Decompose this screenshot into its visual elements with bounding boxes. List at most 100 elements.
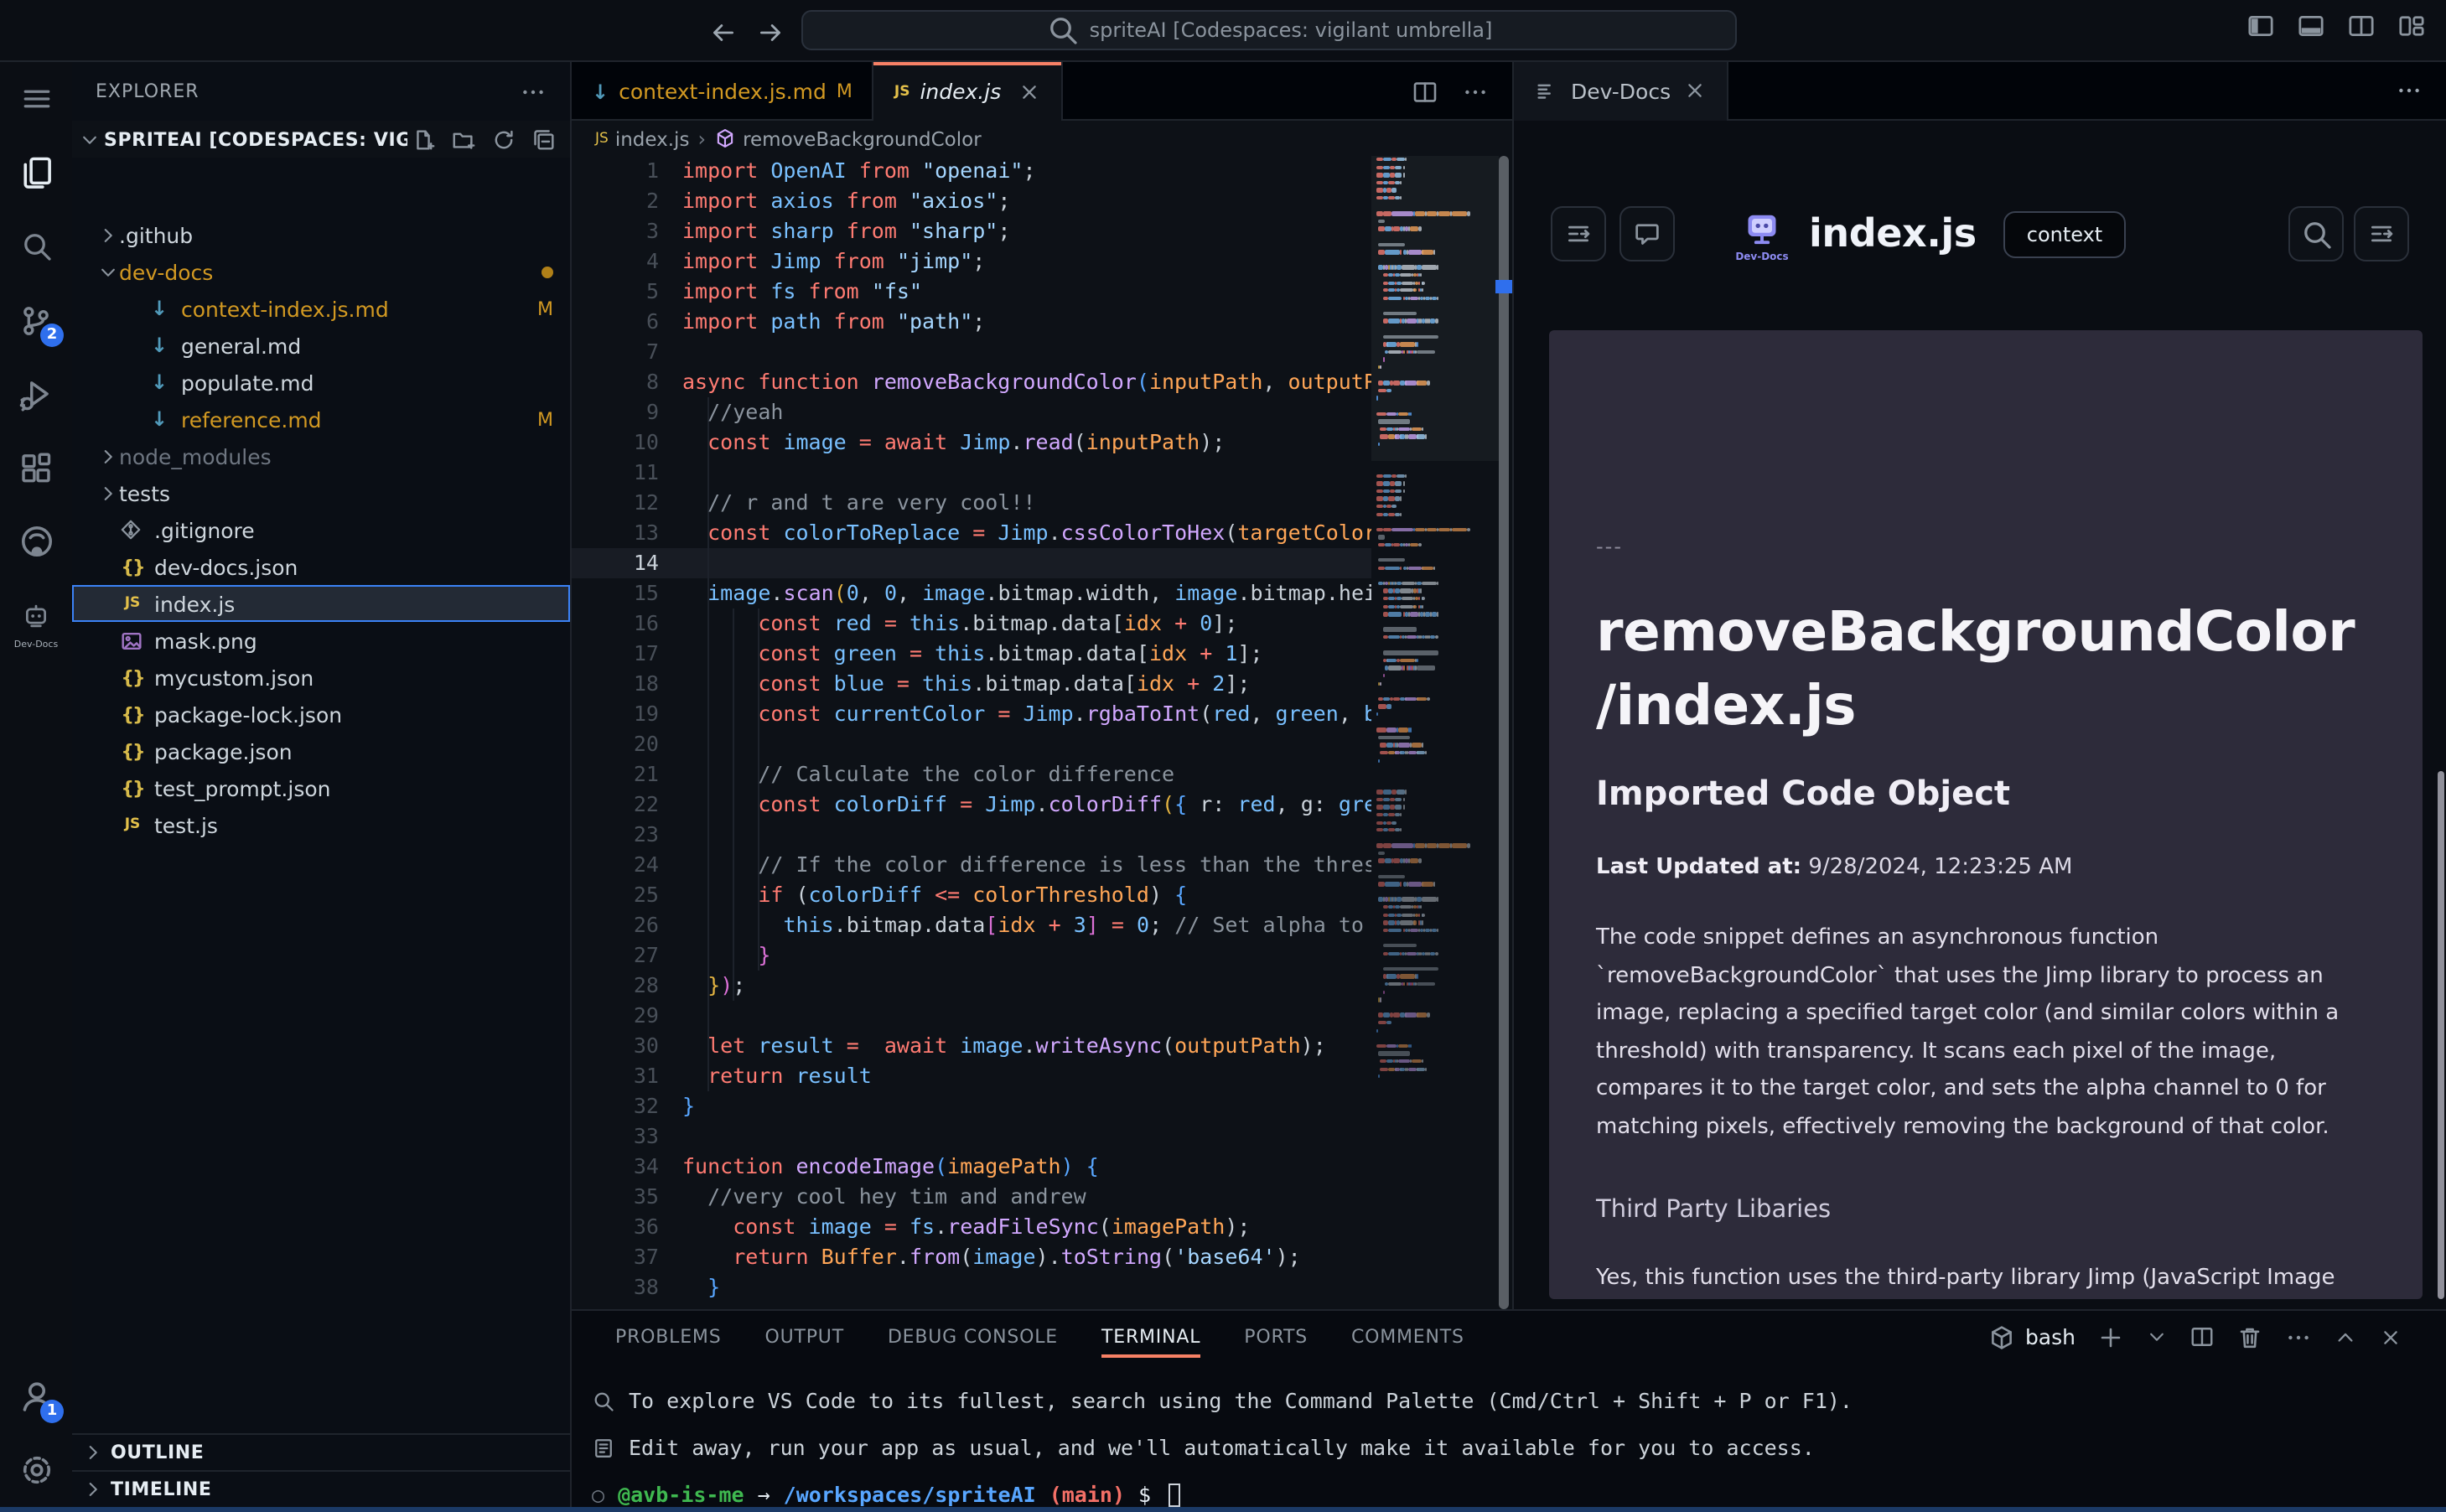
minimap-slider[interactable]	[1371, 156, 1499, 461]
layout-controls	[2246, 12, 2426, 40]
panel-tab-debug-console[interactable]: DEBUG CONSOLE	[888, 1311, 1058, 1363]
timeline-label: TIMELINE	[111, 1478, 212, 1500]
breadcrumb-item-index.js[interactable]: JSindex.js	[595, 127, 689, 150]
layout-panel-icon[interactable]	[2297, 12, 2325, 40]
terminal-prompt[interactable]: ○@avb-is-me→/workspaces/spriteAI(main)$	[592, 1472, 2429, 1512]
tree-item-context-index.js.md[interactable]: ↓context-index.js.mdM	[72, 290, 570, 327]
explorer-header-actions	[411, 127, 557, 152]
back-icon[interactable]	[704, 13, 741, 50]
line-number: 15	[572, 578, 659, 608]
activity-settings-gear[interactable]	[0, 1433, 72, 1507]
forward-icon[interactable]	[751, 13, 788, 50]
activity-account[interactable]: 1	[0, 1359, 72, 1433]
split-editor-icon[interactable]	[1412, 78, 1438, 105]
comment-bubble-button[interactable]	[1619, 206, 1675, 261]
ellipsis-icon[interactable]	[2285, 1323, 2312, 1350]
activity-debug[interactable]	[0, 357, 72, 431]
tree-item-mask.png[interactable]: mask.png	[72, 622, 570, 659]
outline-section[interactable]: OUTLINE	[72, 1433, 570, 1470]
tree-item-package.json[interactable]: {}package.json	[72, 733, 570, 769]
close-icon[interactable]	[2379, 1323, 2402, 1350]
collapse-all-icon[interactable]	[531, 127, 557, 152]
terminal-shell[interactable]: bash	[1988, 1323, 2075, 1350]
panel-tab-comments[interactable]: COMMENTS	[1351, 1311, 1464, 1363]
panel-tab-ports[interactable]: PORTS	[1244, 1311, 1308, 1363]
activity-menu[interactable]	[0, 62, 72, 136]
editor-more-actions-icon[interactable]	[1462, 78, 1489, 105]
tree-item-mycustom.json[interactable]: {}mycustom.json	[72, 659, 570, 696]
tree-item-.gitignore[interactable]: .gitignore	[72, 511, 570, 548]
search-button[interactable]	[2288, 206, 2344, 261]
code-line-29: 29	[572, 1001, 1375, 1031]
activity-bar: 2 ,Dev-Docs 1	[0, 62, 72, 1507]
timeline-section[interactable]: TIMELINE	[72, 1470, 570, 1507]
tree-item-.github[interactable]: .github	[72, 216, 570, 253]
code-line-22: 22 const colorDiff = Jimp.colorDiff({ r:…	[572, 790, 1375, 820]
chevron-up-icon[interactable]	[2334, 1323, 2357, 1350]
tree-item-node_modules[interactable]: node_modules	[72, 438, 570, 474]
devdocs-scrollbar[interactable]	[2438, 771, 2444, 1299]
tree-item-test_prompt.json[interactable]: {}test_prompt.json	[72, 769, 570, 806]
context-button[interactable]: context	[2003, 210, 2126, 257]
tree-item-reference.md[interactable]: ↓reference.mdM	[72, 401, 570, 438]
tree-item-general.md[interactable]: ↓general.md	[72, 327, 570, 364]
tree-item-dev-docs[interactable]: dev-docs	[72, 253, 570, 290]
breadcrumb[interactable]: JSindex.js›removeBackgroundColor	[572, 121, 1512, 156]
lines-collapse-button[interactable]	[2354, 206, 2409, 261]
command-center-search[interactable]: spriteAI [Codespaces: vigilant umbrella]	[801, 10, 1737, 50]
plus-icon[interactable]	[2097, 1323, 2124, 1350]
tree-item-package-lock.json[interactable]: {}package-lock.json	[72, 696, 570, 733]
line-text: const image = fs.readFileSync(imagePath)…	[682, 1212, 1375, 1242]
chevron-down-icon	[79, 128, 101, 150]
close-icon[interactable]	[1682, 79, 1706, 102]
trash-icon[interactable]	[2236, 1323, 2263, 1350]
chevron-down-icon[interactable]	[2146, 1323, 2168, 1350]
activity-devdocs[interactable]: ,Dev-Docs	[0, 578, 72, 652]
panel-tab-output[interactable]: OUTPUT	[764, 1311, 843, 1363]
tree-item-test.js[interactable]: JStest.js	[72, 806, 570, 843]
split-icon[interactable]	[2189, 1323, 2215, 1350]
explorer-more-actions-icon[interactable]	[520, 78, 547, 105]
doc-summary: The code snippet defines an asynchronous…	[1596, 920, 2376, 1147]
panel-tab-terminal[interactable]: TERMINAL	[1101, 1311, 1200, 1363]
new-file-icon[interactable]	[411, 127, 436, 152]
activity-github[interactable]	[0, 505, 72, 578]
editor-scrollbar[interactable]	[1499, 156, 1509, 1309]
new-folder-icon[interactable]	[451, 127, 476, 152]
project-root-row[interactable]: SPRITEAI [CODESPACES: VIGI...	[72, 121, 570, 158]
activity-search[interactable]	[0, 210, 72, 283]
activity-explorer[interactable]	[0, 136, 72, 210]
tree-item-index.js[interactable]: JSindex.js	[72, 585, 570, 622]
line-text: // If the color difference is less than …	[682, 850, 1375, 880]
layout-sidebar-left-icon[interactable]	[2246, 12, 2275, 40]
close-icon[interactable]	[1018, 80, 1041, 103]
modified-badge: M	[537, 298, 553, 319]
line-number: 4	[572, 246, 659, 277]
tree-item-tests[interactable]: tests	[72, 474, 570, 511]
breadcrumb-item-removeBackgroundColor[interactable]: removeBackgroundColor	[714, 127, 982, 150]
refresh-icon[interactable]	[491, 127, 516, 152]
panel-tab-problems[interactable]: PROBLEMS	[615, 1311, 721, 1363]
tab-devdocs[interactable]: Dev-Docs	[1514, 61, 1728, 120]
activity-source-control[interactable]: 2	[0, 283, 72, 357]
line-number: 22	[572, 790, 659, 820]
activity-extensions[interactable]	[0, 431, 72, 505]
editor-tab-index.js[interactable]: JSindex.js	[874, 62, 1063, 121]
layout-sidebar-right-icon[interactable]	[2347, 12, 2376, 40]
lines-collapse-button[interactable]	[1551, 206, 1606, 261]
minimap[interactable]	[1371, 156, 1499, 1309]
chevron-right-icon	[96, 482, 119, 504]
terminal-output[interactable]: To explore VS Code to its fullest, searc…	[592, 1378, 2429, 1512]
modified-badge: M	[537, 408, 553, 430]
comment-bubble-icon	[1633, 220, 1661, 248]
panel-more-actions-icon[interactable]	[2396, 77, 2423, 104]
line-number: 11	[572, 458, 659, 488]
editor-tab-context-index.js.md[interactable]: ↓context-index.js.mdM	[572, 62, 874, 121]
line-text: // r and t are very cool!!	[682, 488, 1375, 518]
line-text: }	[682, 1272, 1375, 1302]
json-icon: {}	[119, 666, 146, 688]
tree-item-dev-docs.json[interactable]: {}dev-docs.json	[72, 548, 570, 585]
tree-item-populate.md[interactable]: ↓populate.md	[72, 364, 570, 401]
layout-grid-icon[interactable]	[2397, 12, 2426, 40]
status-bar-strip	[0, 1507, 2446, 1512]
